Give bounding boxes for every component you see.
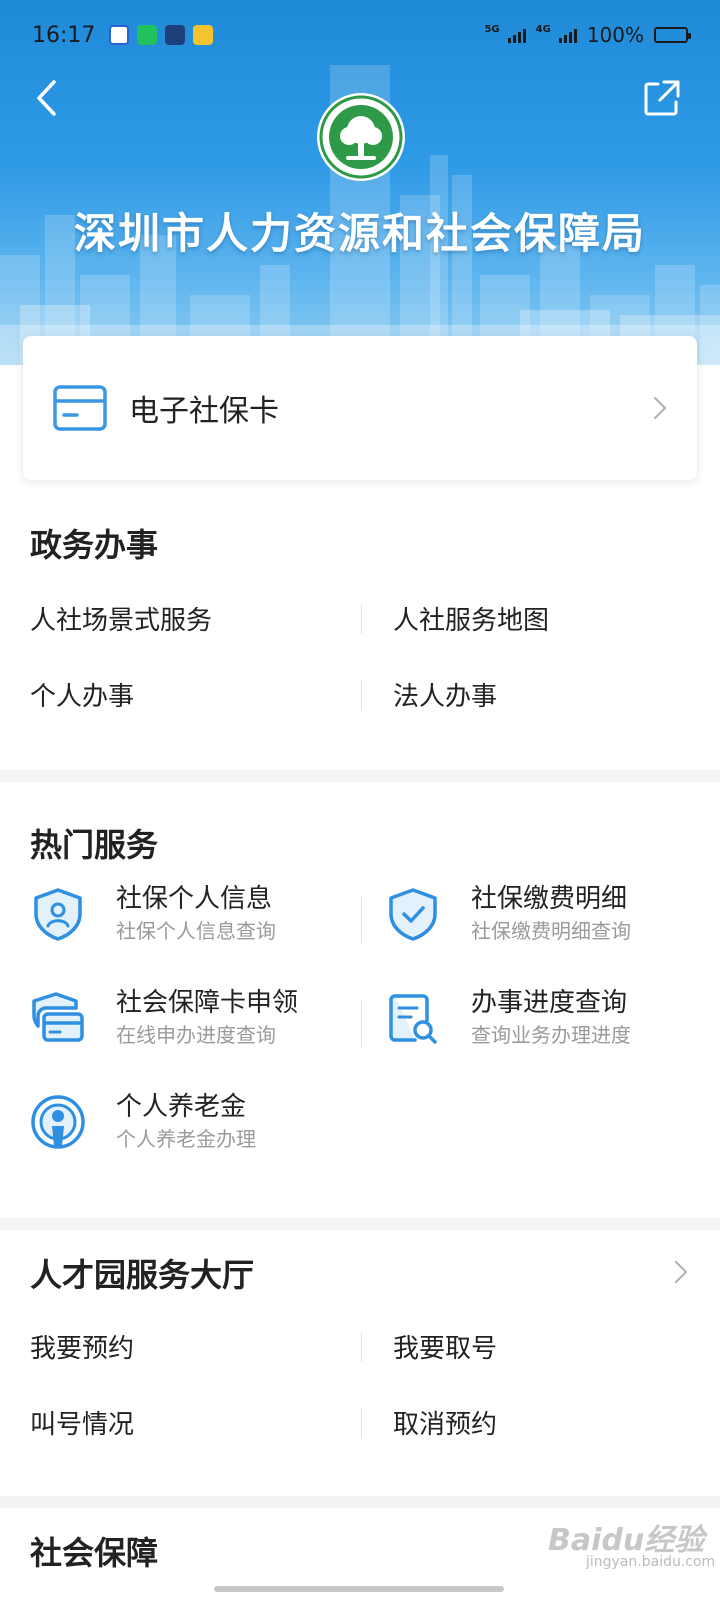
service-subtitle: 个人养老金办理 xyxy=(116,1127,256,1151)
chevron-left-icon xyxy=(37,80,56,116)
divider xyxy=(361,680,362,710)
network-5g-label: 5G xyxy=(484,23,500,35)
page-title: 深圳市人力资源和社会保障局 xyxy=(73,209,646,258)
service-subtitle: 在线申办进度查询 xyxy=(116,1023,276,1047)
status-time: 16:17 xyxy=(32,22,96,48)
service-title: 办事进度查询 xyxy=(471,988,628,1018)
service-title: 社保个人信息 xyxy=(116,884,273,914)
divider xyxy=(361,1332,362,1362)
service-title: 社保缴费明细 xyxy=(471,884,628,914)
service-personal-info[interactable]: 社保个人信息 社保个人信息查询 xyxy=(30,882,276,946)
link-personal-affairs[interactable]: 个人办事 xyxy=(30,676,134,713)
bureau-logo xyxy=(317,93,405,181)
battery-percent: 100% xyxy=(586,23,644,47)
card-shield-icon xyxy=(32,992,84,1042)
service-card-application[interactable]: 社会保障卡申领 在线申办进度查询 xyxy=(30,986,298,1050)
link-service-map[interactable]: 人社服务地图 xyxy=(393,600,549,637)
baidu-app-icon xyxy=(109,25,130,45)
shield-person-icon xyxy=(34,888,82,941)
talent-hall-section: 人才园服务大厅 我要预约 我要取号 叫号情况 取消预约 xyxy=(0,1230,720,1496)
battery-icon xyxy=(654,27,691,43)
link-cancel-appointment[interactable]: 取消预约 xyxy=(393,1404,497,1441)
header-banner: 16:17 5G 4G 100% 深圳市人力资源和社会保障局 xyxy=(0,0,720,365)
back-button[interactable] xyxy=(26,76,66,120)
card-icon xyxy=(53,385,107,431)
chevron-right-icon[interactable] xyxy=(674,1260,688,1284)
divider xyxy=(361,897,362,943)
signal-icon xyxy=(507,27,526,43)
share-icon[interactable] xyxy=(642,78,682,118)
e-social-security-card-entry[interactable]: 电子社保卡 xyxy=(23,336,697,480)
section-divider xyxy=(0,1496,720,1508)
signal-icon xyxy=(558,27,577,43)
section-title: 热门服务 xyxy=(30,826,159,864)
section-divider xyxy=(0,1218,720,1230)
section-title: 政务办事 xyxy=(30,526,159,564)
link-call-status[interactable]: 叫号情况 xyxy=(30,1404,134,1441)
shield-app-icon xyxy=(165,25,186,45)
service-progress-query[interactable]: 办事进度查询 查询业务办理进度 xyxy=(385,986,631,1050)
link-scenario-service[interactable]: 人社场景式服务 xyxy=(30,600,212,637)
service-subtitle: 社保缴费明细查询 xyxy=(471,919,631,943)
watermark: Baidu经验 xyxy=(548,1523,705,1558)
link-take-number[interactable]: 我要取号 xyxy=(393,1328,497,1365)
hot-services-section: 热门服务 社保个人信息 社保个人信息查询 社保缴费明细 社保缴费明细查询 社会保… xyxy=(0,782,720,1218)
divider xyxy=(361,1001,362,1047)
network-4g-label: 4G xyxy=(535,23,551,35)
section-divider xyxy=(0,770,720,782)
service-personal-pension[interactable]: 个人养老金 个人养老金办理 xyxy=(30,1090,256,1154)
gov-affairs-section: 政务办事 人社场景式服务 人社服务地图 个人办事 法人办事 xyxy=(0,500,720,770)
shield-check-icon xyxy=(389,888,437,941)
weibo-app-icon xyxy=(193,25,214,45)
pension-icon xyxy=(31,1095,85,1149)
service-payment-details[interactable]: 社保缴费明细 社保缴费明细查询 xyxy=(385,882,631,946)
divider xyxy=(361,604,362,634)
home-indicator[interactable] xyxy=(214,1586,504,1592)
section-title: 人才园服务大厅 xyxy=(30,1256,255,1294)
service-title: 个人养老金 xyxy=(116,1092,247,1122)
divider xyxy=(361,1408,362,1438)
link-make-appointment[interactable]: 我要预约 xyxy=(30,1328,134,1365)
notification-icons xyxy=(109,25,214,45)
watermark-url: jingyan.baidu.com xyxy=(586,1554,716,1570)
chevron-right-icon xyxy=(654,397,666,419)
card-label: 电子社保卡 xyxy=(129,394,279,429)
status-bar: 16:17 5G 4G 100% xyxy=(0,0,720,70)
service-title: 社会保障卡申领 xyxy=(116,988,299,1018)
service-subtitle: 查询业务办理进度 xyxy=(471,1023,631,1047)
document-search-icon xyxy=(389,994,437,1044)
service-subtitle: 社保个人信息查询 xyxy=(116,919,276,943)
iqiyi-app-icon xyxy=(137,25,158,45)
link-corporate-affairs[interactable]: 法人办事 xyxy=(393,676,497,713)
section-title: 社会保障 xyxy=(30,1534,159,1572)
